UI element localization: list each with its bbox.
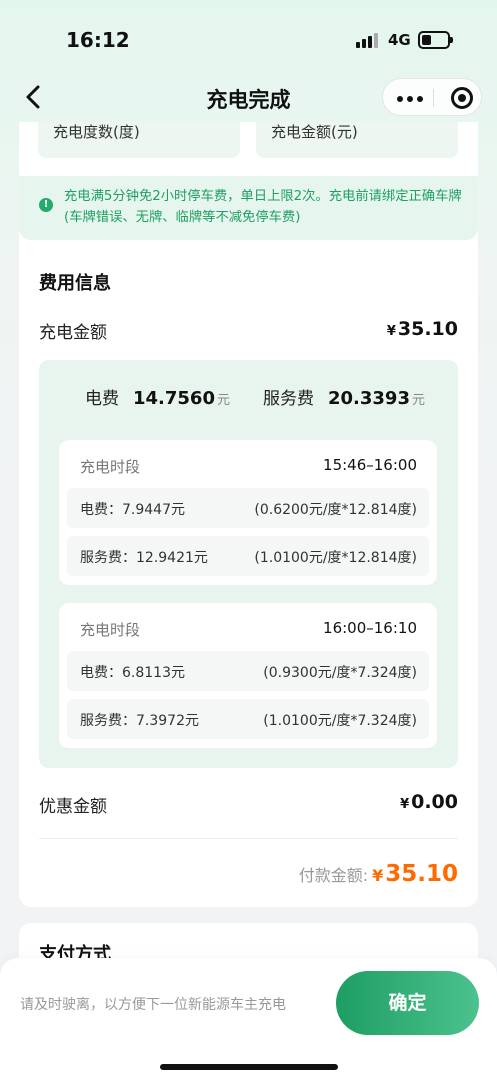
scroll-content[interactable]: 充电度数(度) 充电金额(元) ! 充电满5分钟免2小时停车费，单日上限2次。充…: [0, 122, 497, 962]
charge-period: 充电时段 15:46–16:00 电费：7.9447元 (0.6200元/度*1…: [59, 440, 437, 585]
signal-icon: [356, 32, 382, 48]
network-type: 4G: [388, 31, 411, 49]
electric-fee-label: 电费: [85, 389, 119, 409]
discount-amount: ¥0.00: [400, 791, 458, 813]
status-time: 16:12: [66, 28, 130, 52]
period-electric: 电费：6.8113元: [80, 665, 185, 681]
period-electric-row: 电费：6.8113元 (0.9300元/度*7.324度): [67, 651, 429, 691]
period-electric: 电费：7.9447元: [80, 502, 185, 518]
alert-icon: !: [39, 198, 53, 212]
confirm-button[interactable]: 确定: [336, 971, 479, 1035]
electric-fee: 电费 14.7560 元: [85, 384, 230, 409]
kwh-label: 充电度数(度): [53, 123, 140, 141]
currency-symbol: ¥: [400, 797, 410, 812]
bottom-action-bar: 请及时驶离，以方便下一位新能源车主充电 确定: [0, 958, 497, 1080]
service-fee-label: 服务费: [263, 389, 314, 409]
discount-label: 优惠金额: [39, 797, 107, 817]
parking-notice: ! 充电满5分钟免2小时停车费，单日上限2次。充电前请绑定正确车牌(车牌错误、无…: [19, 176, 478, 240]
period-service: 服务费：12.9421元: [80, 550, 208, 566]
period-service-row: 服务费：7.3972元 (1.0100元/度*7.324度): [67, 699, 429, 739]
home-indicator[interactable]: [160, 1064, 338, 1070]
discount-amount-value: 0.00: [411, 791, 458, 813]
payment-method-card: 支付方式: [19, 923, 478, 962]
currency-symbol: ¥: [386, 324, 396, 339]
charge-period: 充电时段 16:00–16:10 电费：6.8113元 (0.9300元/度*7…: [59, 603, 437, 748]
status-bar: 16:12 4G: [0, 0, 497, 80]
service-fee-unit: 元: [411, 393, 425, 408]
notice-text: 充电满5分钟免2小时停车费，单日上限2次。充电前请绑定正确车牌(车牌错误、无牌、…: [64, 189, 462, 225]
period-electric-row: 电费：7.9447元 (0.6200元/度*12.814度): [67, 488, 429, 528]
close-miniprogram-icon[interactable]: [451, 87, 473, 109]
electric-fee-value: 14.7560: [133, 388, 215, 409]
service-fee-value: 20.3393: [328, 388, 410, 409]
charge-amount-label: 充电金额: [39, 323, 107, 343]
battery-icon: [418, 31, 453, 49]
charge-amount: ¥35.10: [387, 318, 458, 340]
service-fee: 服务费 20.3393 元: [263, 384, 425, 409]
period-label: 充电时段: [80, 621, 141, 639]
nav-bar: 充电完成: [0, 74, 497, 122]
pay-amount-row: 付款金额: ¥35.10: [299, 861, 458, 887]
amount-box: 充电金额(元): [256, 122, 458, 158]
charge-amount-value: 35.10: [397, 318, 458, 340]
pay-amount-value: 35.10: [385, 861, 458, 887]
fee-info-card: 费用信息 充电金额 ¥35.10 电费 14.7560 元 服务费 20.3393 元 …: [19, 252, 478, 907]
electric-fee-unit: 元: [216, 393, 230, 408]
period-service-calc: (1.0100元/度*12.814度): [254, 550, 417, 566]
period-service: 服务费：7.3972元: [80, 713, 199, 729]
pay-currency: ¥: [372, 866, 384, 885]
period-service-row: 服务费：12.9421元 (1.0100元/度*12.814度): [67, 536, 429, 576]
period-service-calc: (1.0100元/度*7.324度): [263, 713, 417, 729]
kwh-box: 充电度数(度): [38, 122, 240, 158]
divider: [39, 838, 458, 839]
period-time: 15:46–16:00: [323, 456, 417, 474]
pay-amount-label: 付款金额:: [298, 866, 369, 885]
leave-tip: 请及时驶离，以方便下一位新能源车主充电: [20, 997, 286, 1013]
more-icon[interactable]: [395, 88, 429, 108]
period-electric-calc: (0.9300元/度*7.324度): [263, 665, 417, 681]
period-time: 16:00–16:10: [323, 619, 417, 637]
amount-label: 充电金额(元): [271, 123, 358, 141]
mini-program-capsule: [382, 78, 482, 116]
capsule-divider: [433, 89, 434, 107]
fee-info-title: 费用信息: [39, 273, 111, 294]
fee-breakdown: 电费 14.7560 元 服务费 20.3393 元 充电时段 15:46–16:00 …: [39, 360, 458, 768]
period-electric-calc: (0.6200元/度*12.814度): [254, 502, 417, 518]
period-label: 充电时段: [80, 458, 141, 476]
